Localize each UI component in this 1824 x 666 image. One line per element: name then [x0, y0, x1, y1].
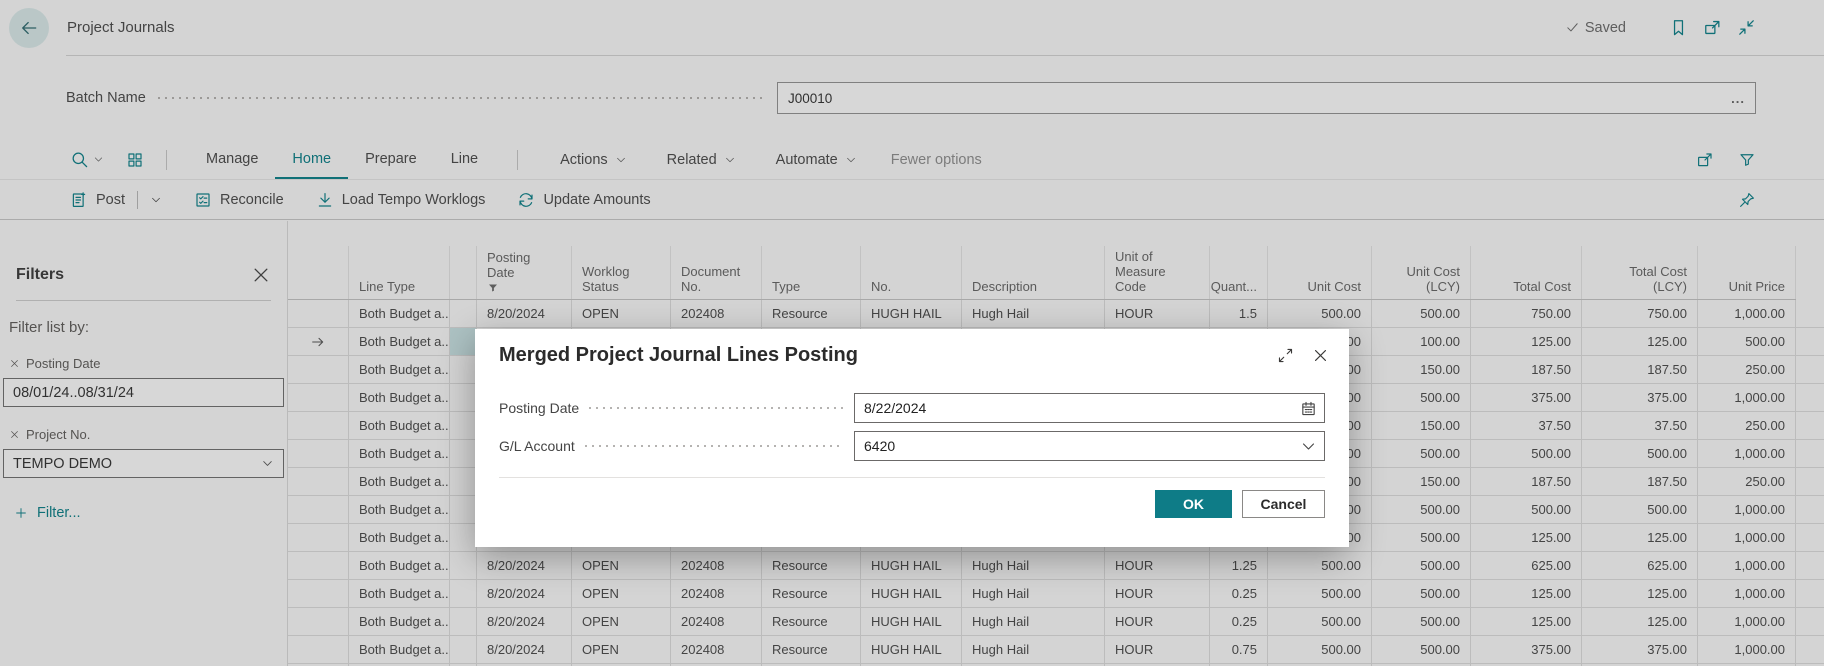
gl-account-value: 6420	[864, 438, 1300, 454]
dialog-field-posting-date: Posting Date 8/22/2024	[499, 393, 1325, 423]
close-dialog-icon[interactable]	[1312, 347, 1329, 364]
dotted-leader	[589, 407, 844, 409]
field-label: G/L Account	[499, 438, 575, 454]
calendar-icon[interactable]	[1300, 400, 1317, 417]
posting-date-value: 8/22/2024	[864, 400, 1300, 416]
dialog-header: Merged Project Journal Lines Posting	[475, 329, 1349, 367]
gl-account-input[interactable]: 6420	[854, 431, 1325, 461]
posting-date-input[interactable]: 8/22/2024	[854, 393, 1325, 423]
field-label: Posting Date	[499, 400, 579, 416]
project-journals-page: Project Journals Saved Batch Name J00010…	[0, 0, 1824, 666]
dialog-divider	[499, 477, 1325, 478]
chevron-down-icon[interactable]	[1300, 438, 1317, 455]
expand-dialog-icon[interactable]	[1277, 347, 1294, 364]
cancel-button[interactable]: Cancel	[1242, 490, 1325, 518]
dialog-title: Merged Project Journal Lines Posting	[499, 344, 1259, 367]
ok-button[interactable]: OK	[1155, 490, 1232, 518]
dotted-leader	[585, 445, 844, 447]
dialog-field-gl-account: G/L Account 6420	[499, 431, 1325, 461]
dialog-buttons: OK Cancel	[475, 490, 1325, 518]
merged-posting-dialog: Merged Project Journal Lines Posting Pos…	[475, 329, 1349, 547]
